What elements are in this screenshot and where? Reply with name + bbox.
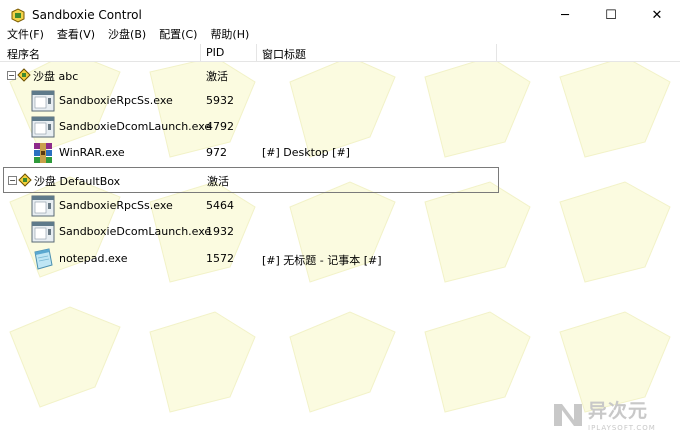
window-title: Sandboxie Control: [32, 8, 142, 22]
menu-sandbox[interactable]: 沙盘(B): [101, 27, 152, 43]
generic-exe-icon: [31, 90, 55, 112]
menu-bar: 文件(F) 查看(V) 沙盘(B) 配置(C) 帮助(H): [0, 26, 680, 44]
column-header: 程序名 PID 窗口标题: [0, 44, 680, 62]
process-pid: 5932: [206, 94, 234, 107]
menu-configure[interactable]: 配置(C): [152, 27, 203, 43]
column-header-window-title[interactable]: 窗口标题: [262, 46, 306, 62]
process-window-title: [#] Desktop [#]: [262, 146, 350, 159]
menu-help[interactable]: 帮助(H): [203, 27, 255, 43]
process-list[interactable]: − 沙盘 abc 激活 SandboxieRpcSs.exe 5932 Sand…: [0, 62, 680, 446]
process-row[interactable]: SandboxieRpcSs.exe 5464: [0, 193, 680, 219]
process-row[interactable]: WinRAR.exe 972 [#] Desktop [#]: [0, 140, 680, 166]
generic-exe-icon: [31, 116, 55, 138]
process-pid: 4792: [206, 120, 234, 133]
process-pid: 1932: [206, 225, 234, 238]
notepad-icon: [34, 248, 53, 270]
sandbox-name: 沙盘 abc: [33, 70, 79, 83]
process-pid: 1572: [206, 252, 234, 265]
process-name: SandboxieRpcSs.exe: [59, 199, 173, 212]
process-window-title: [#] 无标题 - 记事本 [#]: [262, 254, 382, 267]
sandbox-row-defaultbox[interactable]: − 沙盘 DefaultBox 激活: [3, 167, 499, 193]
menu-file[interactable]: 文件(F): [0, 27, 50, 43]
sandbox-row-abc[interactable]: − 沙盘 abc 激活: [0, 62, 680, 88]
winrar-icon: [34, 143, 52, 163]
sandbox-icon: [17, 68, 31, 82]
process-pid: 972: [206, 146, 227, 159]
process-row[interactable]: notepad.exe 1572 [#] 无标题 - 记事本 [#]: [0, 246, 680, 272]
menu-view[interactable]: 查看(V): [50, 27, 101, 43]
process-pid: 5464: [206, 199, 234, 212]
sandbox-status: 激活: [206, 70, 228, 83]
column-divider[interactable]: [496, 44, 497, 61]
column-divider[interactable]: [256, 44, 257, 61]
column-divider[interactable]: [200, 44, 201, 61]
site-watermark: 异次元 IPLAYSOFT.COM: [548, 396, 680, 440]
process-row[interactable]: SandboxieRpcSs.exe 5932: [0, 88, 680, 114]
watermark-text: 异次元: [588, 400, 649, 422]
process-row[interactable]: SandboxieDcomLaunch.exe 4792: [0, 114, 680, 140]
collapse-toggle-icon[interactable]: −: [7, 71, 16, 80]
process-name: SandboxieRpcSs.exe: [59, 94, 173, 107]
watermark-logo-icon: [554, 404, 582, 426]
generic-exe-icon: [31, 221, 55, 243]
generic-exe-icon: [31, 195, 55, 217]
column-header-pid[interactable]: PID: [206, 46, 224, 59]
column-header-name[interactable]: 程序名: [7, 46, 40, 62]
process-name: notepad.exe: [59, 252, 128, 265]
sandboxie-app-icon: [11, 8, 25, 23]
sandbox-status: 激活: [207, 175, 229, 188]
sandbox-name: 沙盘 DefaultBox: [34, 175, 121, 188]
process-name: SandboxieDcomLaunch.exe: [59, 120, 212, 133]
process-name: WinRAR.exe: [59, 146, 125, 159]
process-row[interactable]: SandboxieDcomLaunch.exe 1932: [0, 219, 680, 245]
watermark-subtext: IPLAYSOFT.COM: [588, 424, 656, 432]
sandbox-icon: [18, 173, 32, 187]
collapse-toggle-icon[interactable]: −: [8, 176, 17, 185]
process-name: SandboxieDcomLaunch.exe: [59, 225, 212, 238]
